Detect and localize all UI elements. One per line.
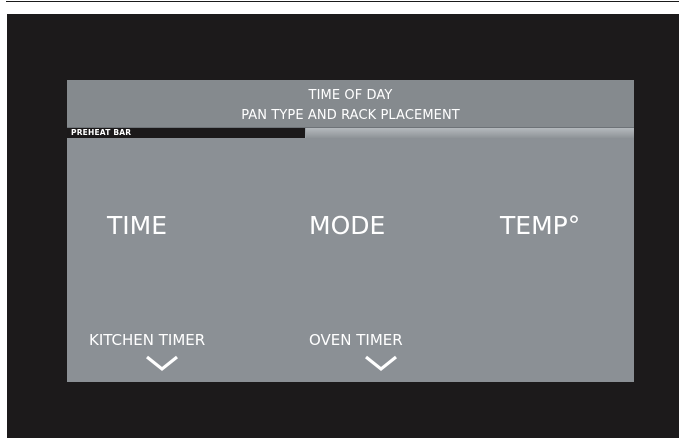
chevron-down-icon[interactable] — [144, 354, 180, 372]
time-button[interactable]: TIME — [107, 211, 167, 240]
preheat-bar-remaining — [306, 128, 634, 138]
header-band: TIME OF DAY PAN TYPE AND RACK PLACEMENT — [67, 80, 634, 128]
mode-button[interactable]: MODE — [309, 211, 385, 240]
temp-button[interactable]: TEMP° — [500, 211, 580, 240]
preheat-bar — [67, 128, 634, 138]
chevron-down-icon[interactable] — [363, 354, 399, 372]
oven-display-screen: TIME OF DAY PAN TYPE AND RACK PLACEMENT … — [67, 80, 634, 382]
oven-timer-button[interactable]: OVEN TIMER — [309, 331, 403, 349]
top-rule — [6, 1, 679, 2]
kitchen-timer-button[interactable]: KITCHEN TIMER — [89, 331, 205, 349]
preheat-bar-label: PREHEAT BAR — [71, 128, 132, 137]
pan-type-rack-placement-label[interactable]: PAN TYPE AND RACK PLACEMENT — [67, 108, 634, 123]
time-of-day-label[interactable]: TIME OF DAY — [67, 88, 634, 103]
